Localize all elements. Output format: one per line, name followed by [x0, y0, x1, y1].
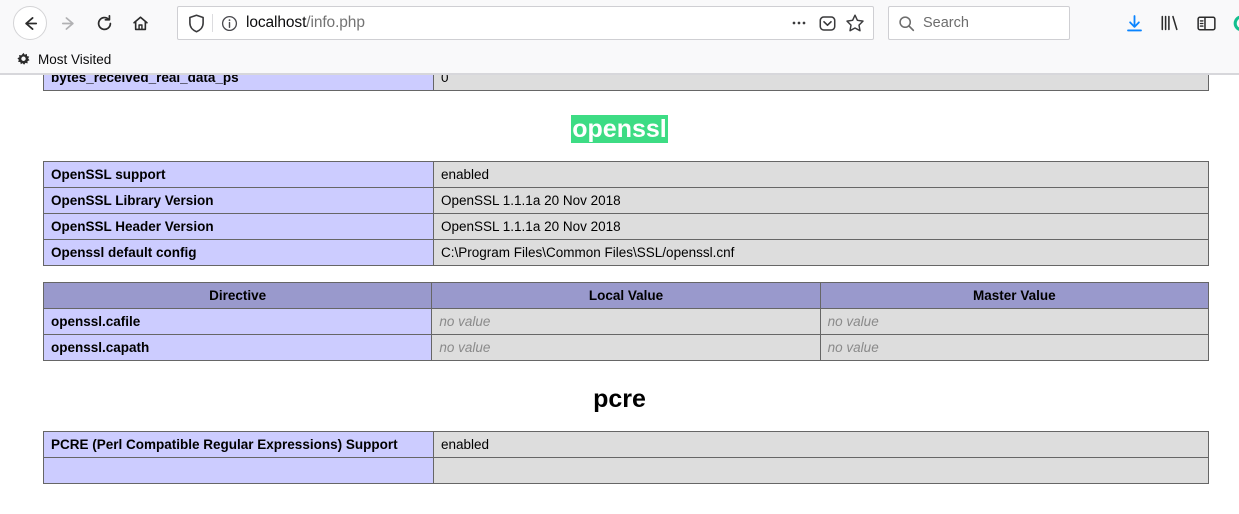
row-value: OpenSSL 1.1.1a 20 Nov 2018 — [433, 187, 1209, 214]
section-heading-openssl: openssl — [0, 115, 1239, 144]
info-circle-icon[interactable] — [213, 15, 246, 32]
table-row: openssl.cafile no value no value — [42, 308, 1210, 335]
page-actions-button[interactable] — [785, 9, 813, 37]
table-row: PCRE (Perl Compatible Regular Expression… — [43, 431, 1209, 458]
search-input[interactable]: Search — [923, 15, 969, 31]
search-icon — [899, 15, 915, 31]
column-header-local-value: Local Value — [431, 282, 821, 309]
row-value: enabled — [433, 161, 1209, 188]
downloads-button[interactable] — [1116, 6, 1152, 40]
row-value: C:\Program Files\Common Files\SSL/openss… — [433, 239, 1209, 266]
library-icon — [1161, 15, 1178, 31]
page-content-area: bytes_received_real_data_ps 0 openssl Op… — [0, 75, 1239, 513]
browser-chrome: localhost/info.php Search Most Visited — [0, 0, 1239, 75]
row-master-value: no value — [819, 334, 1210, 361]
forward-button[interactable] — [51, 6, 85, 40]
table-gap — [0, 266, 1239, 282]
column-header-directive: Directive — [42, 282, 433, 309]
row-key-text: PCRE (Perl Compatible Regular Expression… — [51, 437, 398, 452]
forward-arrow-icon — [61, 16, 74, 30]
table-row: Openssl default config C:\Program Files\… — [43, 239, 1209, 266]
table-row — [43, 457, 1209, 484]
addon-refresh-icon — [1233, 15, 1239, 31]
gear-icon — [17, 52, 30, 65]
openssl-info-table: OpenSSL support enabled OpenSSL Library … — [43, 161, 1209, 266]
row-key: openssl.cafile — [42, 308, 433, 335]
section-heading-text: openssl — [571, 115, 668, 143]
pocket-button[interactable] — [813, 9, 841, 37]
sidebars-icon — [1196, 15, 1216, 31]
back-button[interactable] — [13, 6, 47, 40]
downloads-icon — [1126, 14, 1142, 31]
bookmark-most-visited[interactable]: Most Visited — [10, 50, 117, 69]
row-key: openssl.capath — [42, 334, 433, 361]
search-bar[interactable]: Search — [888, 6, 1070, 40]
column-header-master-value: Master Value — [819, 282, 1210, 309]
table-row: bytes_received_real_data_ps 0 — [43, 75, 1209, 91]
reload-button[interactable] — [87, 6, 121, 40]
pcre-info-table: PCRE (Perl Compatible Regular Expression… — [43, 431, 1209, 484]
row-key: OpenSSL Library Version — [43, 187, 434, 214]
row-local-value: no value — [431, 334, 821, 361]
table-row: OpenSSL Header Version OpenSSL 1.1.1a 20… — [43, 213, 1209, 240]
row-master-value: no value — [819, 308, 1210, 335]
top-partial-table: bytes_received_real_data_ps 0 — [43, 75, 1209, 91]
navigation-toolbar: localhost/info.php Search — [0, 0, 1239, 46]
table-row: openssl.capath no value no value — [42, 334, 1210, 361]
section-heading-text: pcre — [593, 385, 646, 413]
section-heading-pcre: pcre — [0, 385, 1239, 414]
url-host: localhost — [246, 14, 307, 31]
sidebars-button[interactable] — [1188, 6, 1224, 40]
row-key: bytes_received_real_data_ps — [43, 75, 434, 91]
pocket-icon — [819, 15, 835, 31]
toolbar-icon-group: off — [1116, 6, 1239, 40]
bookmark-star-button[interactable] — [841, 9, 869, 37]
bookmark-label: Most Visited — [38, 52, 112, 67]
back-arrow-icon — [24, 16, 37, 30]
addon-refresh-button[interactable]: off — [1224, 6, 1239, 40]
ellipsis-icon — [792, 21, 806, 25]
table-row: OpenSSL support enabled — [43, 161, 1209, 188]
phpinfo-document: bytes_received_real_data_ps 0 openssl Op… — [0, 75, 1239, 484]
shield-icon[interactable] — [186, 13, 212, 33]
row-value — [433, 457, 1209, 484]
library-button[interactable] — [1152, 6, 1188, 40]
star-icon — [846, 14, 864, 32]
openssl-directives-table: Directive Local Value Master Value opens… — [42, 282, 1210, 361]
row-local-value: no value — [431, 308, 821, 335]
bookmarks-toolbar: Most Visited — [0, 46, 1239, 74]
row-value: OpenSSL 1.1.1a 20 Nov 2018 — [433, 213, 1209, 240]
home-button[interactable] — [123, 6, 157, 40]
url-bar[interactable]: localhost/info.php — [177, 6, 874, 40]
row-value: enabled — [433, 431, 1209, 458]
reload-icon — [97, 14, 111, 30]
url-text[interactable]: localhost/info.php — [246, 14, 785, 32]
home-icon — [132, 15, 148, 30]
url-path: /info.php — [306, 14, 365, 31]
row-key: PCRE (Perl Compatible Regular Expression… — [43, 431, 434, 458]
row-key — [43, 457, 434, 484]
row-key: OpenSSL Header Version — [43, 213, 434, 240]
row-key: Openssl default config — [43, 239, 434, 266]
table-header-row: Directive Local Value Master Value — [42, 282, 1210, 309]
row-key: OpenSSL support — [43, 161, 434, 188]
table-row: OpenSSL Library Version OpenSSL 1.1.1a 2… — [43, 187, 1209, 214]
row-value: 0 — [433, 75, 1209, 91]
